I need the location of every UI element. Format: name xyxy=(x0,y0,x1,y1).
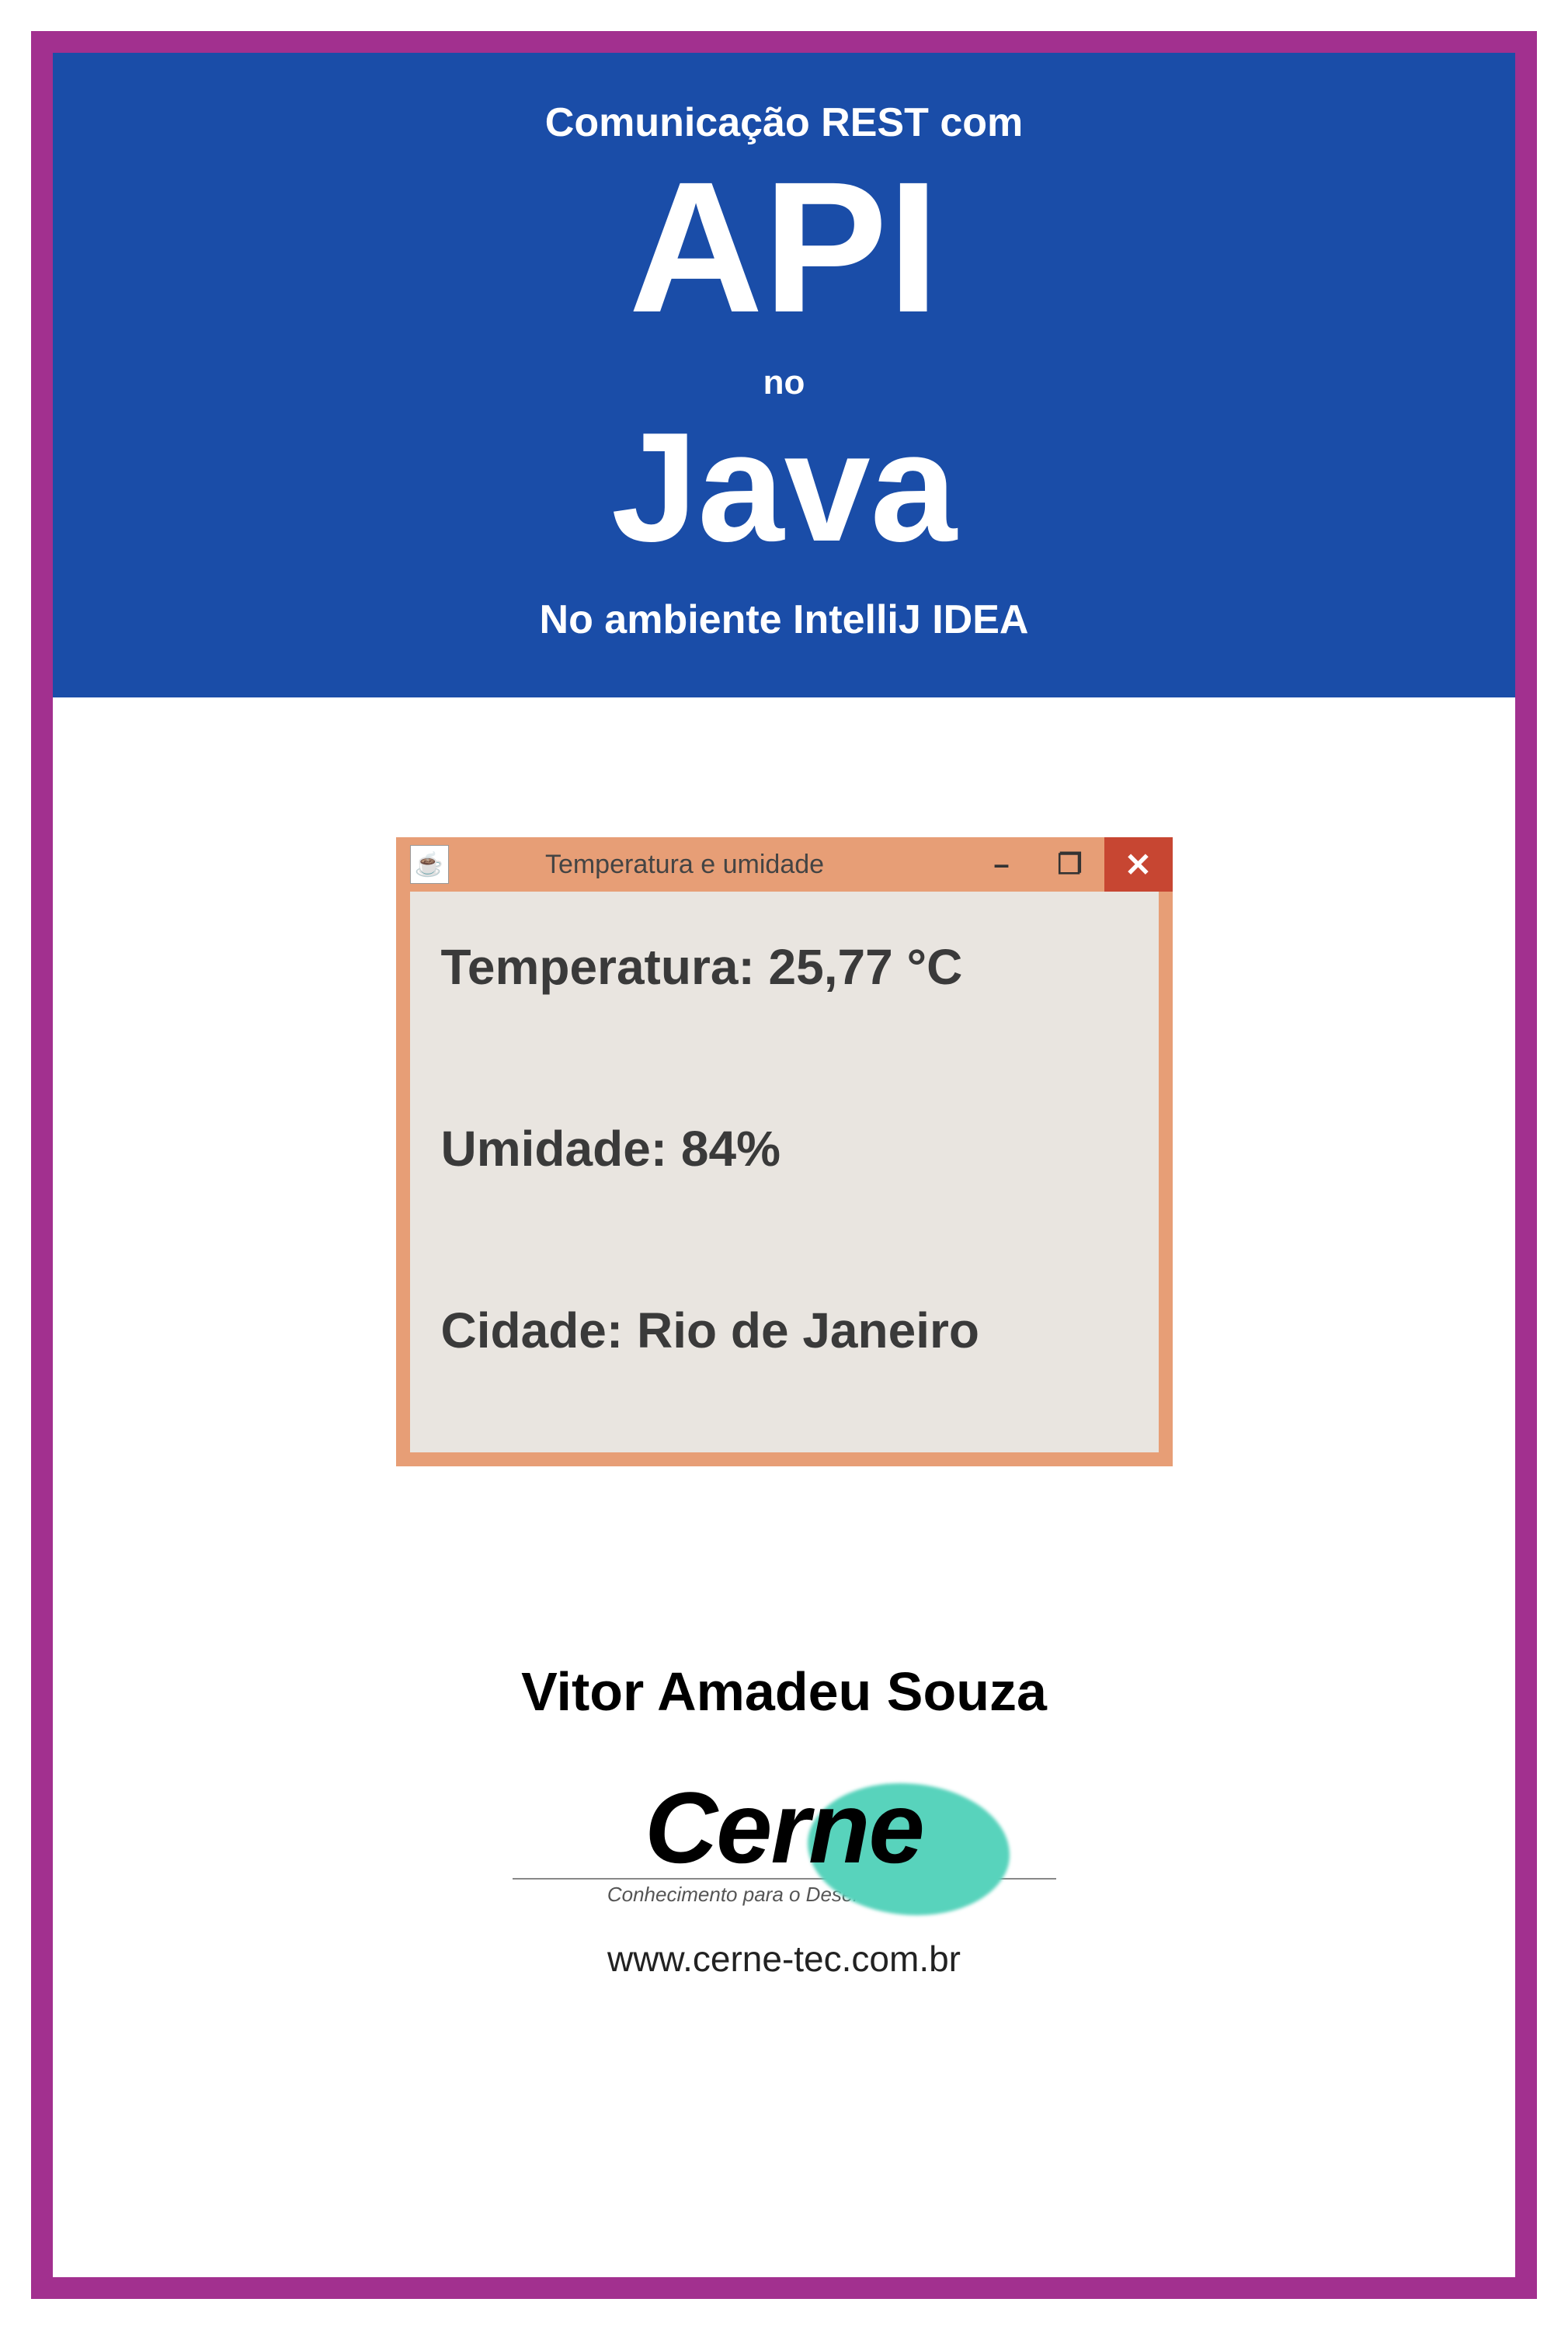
humidity-row: Umidade: 84% xyxy=(441,1120,1128,1177)
city-label: Cidade: xyxy=(441,1302,624,1358)
close-button[interactable]: ✕ xyxy=(1104,837,1173,892)
app-icon: ☕ xyxy=(410,845,449,884)
subtitle-ide: No ambiente IntelliJ IDEA xyxy=(84,596,1484,643)
title-block: Comunicação REST com API no Java No ambi… xyxy=(53,53,1515,697)
title-api: API xyxy=(84,154,1484,340)
publisher-logo: Cerne Conhecimento para o Desenvolviment… xyxy=(513,1769,1056,1907)
city-row: Cidade: Rio de Janeiro xyxy=(441,1302,1128,1359)
book-cover: Comunicação REST com API no Java No ambi… xyxy=(31,31,1537,2299)
temperature-label: Temperatura: xyxy=(441,939,755,995)
window-controls: – ❐ ✕ xyxy=(968,837,1173,892)
humidity-value: 84% xyxy=(681,1121,781,1177)
author-name: Vitor Amadeu Souza xyxy=(521,1661,1047,1723)
minimize-button[interactable]: – xyxy=(968,837,1036,892)
window-titlebar[interactable]: ☕ Temperatura e umidade – ❐ ✕ xyxy=(396,837,1173,892)
temperature-value: 25,77 °C xyxy=(769,939,963,995)
website-url: www.cerne-tec.com.br xyxy=(607,1938,961,1980)
app-window: ☕ Temperatura e umidade – ❐ ✕ Temperatur… xyxy=(396,837,1173,1466)
page: Comunicação REST com API no Java No ambi… xyxy=(0,0,1568,2330)
body-area: ☕ Temperatura e umidade – ❐ ✕ Temperatur… xyxy=(53,697,1515,2277)
subtitle-1: Comunicação REST com xyxy=(84,99,1484,146)
humidity-label: Umidade: xyxy=(441,1121,668,1177)
window-body: Temperatura: 25,77 °C Umidade: 84% Cidad… xyxy=(410,892,1159,1452)
window-title: Temperatura e umidade xyxy=(449,850,968,880)
city-value: Rio de Janeiro xyxy=(637,1302,979,1358)
logo-text: Cerne xyxy=(513,1769,1056,1886)
title-java: Java xyxy=(84,410,1484,565)
connector-no: no xyxy=(84,363,1484,402)
temperature-row: Temperatura: 25,77 °C xyxy=(441,938,1128,996)
maximize-button[interactable]: ❐ xyxy=(1036,837,1104,892)
